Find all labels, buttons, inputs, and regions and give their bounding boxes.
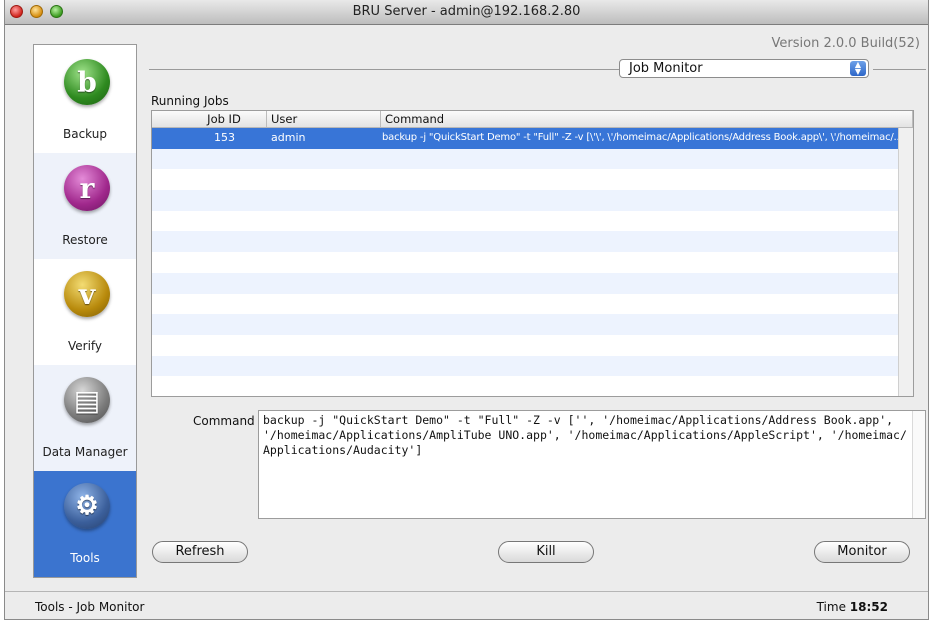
- verify-icon: v: [64, 271, 110, 317]
- table-body: 153 admin backup -j "QuickStart Demo" -t…: [152, 128, 913, 396]
- kill-button[interactable]: Kill: [498, 541, 594, 563]
- table-row: [152, 294, 913, 315]
- status-time: Time 18:52: [817, 600, 888, 614]
- chevron-up-down-icon: ▲ ▼: [850, 61, 866, 76]
- time-value: 18:52: [849, 600, 888, 614]
- table-row: [152, 169, 913, 190]
- minimize-window-button[interactable]: [30, 5, 43, 18]
- status-text: Tools - Job Monitor: [35, 600, 145, 614]
- sidebar-item-label: Tools: [70, 551, 100, 565]
- sidebar-item-label: Restore: [62, 233, 108, 247]
- table-row: [152, 231, 913, 253]
- column-header-command[interactable]: Command: [381, 111, 913, 127]
- restore-icon: r: [64, 165, 110, 211]
- table-scrollbar[interactable]: [898, 128, 913, 396]
- zoom-window-button[interactable]: [50, 5, 63, 18]
- sidebar-item-data-manager[interactable]: ▤ Data Manager: [34, 365, 136, 471]
- command-text: backup -j "QuickStart Demo" -t "Full" -Z…: [263, 413, 907, 457]
- running-jobs-table: Job ID User Command 153 admin backup -j …: [151, 110, 914, 397]
- table-row: [152, 272, 913, 294]
- table-row: [152, 355, 913, 377]
- user-cell: admin: [271, 131, 306, 144]
- column-header-user[interactable]: User: [267, 111, 381, 127]
- column-header-job-id[interactable]: Job ID: [152, 111, 267, 127]
- table-row: [152, 211, 913, 232]
- table-row: [152, 252, 913, 273]
- status-bar: Tools - Job Monitor Time 18:52: [5, 591, 928, 619]
- refresh-button[interactable]: Refresh: [152, 541, 248, 563]
- sidebar-item-tools[interactable]: ⚙ Tools: [34, 471, 136, 577]
- command-scrollbar[interactable]: [912, 411, 925, 518]
- divider: [149, 69, 619, 70]
- running-jobs-label: Running Jobs: [151, 94, 229, 108]
- tools-icon: ⚙: [64, 483, 110, 529]
- sidebar-item-label: Data Manager: [42, 445, 128, 459]
- table-row[interactable]: 153 admin backup -j "QuickStart Demo" -t…: [152, 128, 913, 149]
- command-text-area[interactable]: backup -j "QuickStart Demo" -t "Full" -Z…: [258, 410, 926, 519]
- sidebar: b Backup r Restore v Verify ▤ Data Manag…: [33, 44, 137, 578]
- data-manager-icon: ▤: [64, 377, 110, 423]
- table-row: [152, 314, 913, 335]
- divider: [873, 69, 926, 70]
- job-id-cell: 153: [214, 131, 235, 144]
- monitor-button[interactable]: Monitor: [814, 541, 910, 563]
- sidebar-item-label: Verify: [67, 339, 103, 353]
- version-label: Version 2.0.0 Build(52): [771, 36, 920, 51]
- title-bar[interactable]: BRU Server - admin@192.168.2.80: [5, 0, 928, 25]
- table-row: [152, 190, 913, 211]
- table-row: [152, 376, 913, 396]
- sidebar-item-label: Backup: [63, 127, 107, 141]
- time-label: Time: [816, 600, 846, 614]
- sidebar-item-backup[interactable]: b Backup: [34, 47, 136, 153]
- sidebar-item-restore[interactable]: r Restore: [34, 153, 136, 259]
- table-header: Job ID User Command: [152, 111, 913, 128]
- command-cell: backup -j "QuickStart Demo" -t "Full" -Z…: [382, 132, 903, 143]
- view-selector-dropdown[interactable]: Job Monitor ▲ ▼: [619, 59, 869, 78]
- view-selector-value: Job Monitor: [629, 61, 703, 76]
- command-label: Command: [193, 414, 255, 428]
- table-row: [152, 335, 913, 356]
- window-title: BRU Server - admin@192.168.2.80: [352, 4, 581, 19]
- sidebar-item-verify[interactable]: v Verify: [34, 259, 136, 365]
- close-window-button[interactable]: [10, 5, 23, 18]
- table-row: [152, 148, 913, 170]
- app-window: BRU Server - admin@192.168.2.80 Version …: [4, 0, 929, 620]
- backup-icon: b: [64, 59, 110, 105]
